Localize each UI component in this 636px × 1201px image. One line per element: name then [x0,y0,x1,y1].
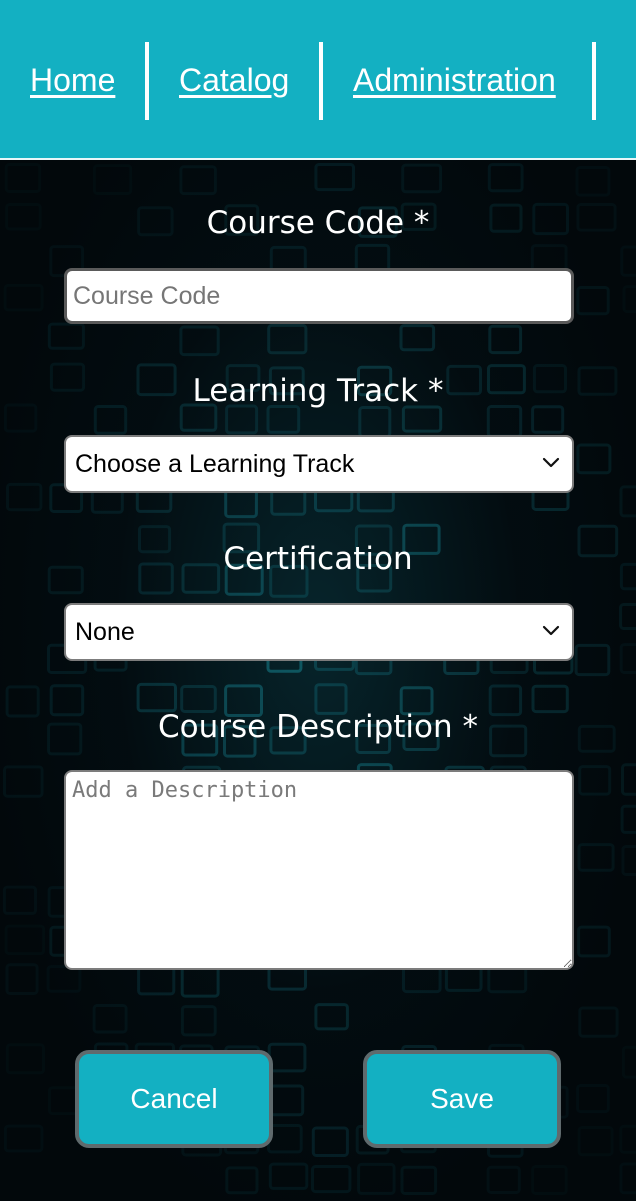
nav-separator [319,42,323,120]
pattern-tile [486,1165,521,1195]
pattern-tile [267,1124,303,1154]
pattern-tile [399,324,436,352]
course-description-textarea[interactable] [64,770,574,970]
pattern-tile [577,925,611,958]
pattern-tile [3,765,44,798]
pattern-tile [179,325,220,357]
certification-label: Certification [223,541,413,577]
pattern-tile [579,1128,612,1155]
pattern-tile [267,1042,307,1073]
pattern-tile [486,405,523,438]
pattern-tile [619,603,636,630]
pattern-tile [619,485,636,518]
pattern-tile [46,965,82,993]
pattern-tile [180,1005,217,1037]
course-description-label: Course Description * [158,709,478,745]
pattern-tile [5,963,39,996]
pattern-tile [94,166,130,194]
pattern-tile [621,763,636,796]
nav-separator [592,42,596,120]
pattern-tile [314,163,355,192]
pattern-tile [266,405,301,434]
cancel-button[interactable]: Cancel [75,1050,273,1148]
save-button[interactable]: Save [363,1050,561,1148]
pattern-tile [6,165,40,192]
pattern-tile [621,845,636,876]
pattern-tile [401,163,443,194]
learning-track-label: Learning Track * [192,373,444,409]
chevron-down-icon [542,457,560,468]
pattern-tile [137,965,176,996]
pattern-tile [47,322,85,350]
pattern-tile [487,163,524,193]
pattern-tile [6,926,44,954]
pattern-tile [225,1166,259,1195]
pattern-tile [578,1006,619,1038]
pattern-tile [619,1162,636,1195]
pattern-tile [268,1162,309,1190]
pattern-tile [314,1003,349,1031]
pattern-tile [533,1167,567,1194]
pattern-tile [5,285,42,310]
pattern-tile [225,404,259,435]
pattern-tile [531,684,569,714]
pattern-tile [311,1165,352,1194]
pattern-tile [180,964,220,998]
top-navigation-bar: Home Catalog Administration [0,0,636,160]
pattern-tile [488,324,523,355]
nav-link-administration[interactable]: Administration [353,62,556,99]
learning-track-select[interactable]: Choose a Learning Track [64,435,574,493]
learning-track-selected-value: Choose a Learning Track [75,449,355,478]
pattern-tile [576,286,610,316]
pattern-tile [578,765,612,796]
pattern-tile [136,682,178,713]
pattern-tile [6,482,43,512]
certification-select[interactable]: None [64,603,574,661]
pattern-tile [93,405,128,435]
nav-separator [145,42,149,120]
pattern-tile [623,1047,636,1077]
pattern-tile [576,1084,610,1114]
pattern-tile [620,804,636,834]
pattern-tile [531,405,565,434]
pattern-tile [3,1124,44,1153]
pattern-tile [575,166,611,197]
pattern-tile [179,165,217,196]
pattern-tile [7,1045,43,1073]
pattern-tile [92,1004,128,1034]
pattern-tile [621,1126,636,1152]
pattern-tile [576,443,612,475]
pattern-tile [574,643,611,677]
pattern-tile [620,245,636,277]
pattern-tile [577,843,615,872]
course-code-input[interactable] [64,268,574,324]
certification-selected-value: None [75,617,135,646]
pattern-tile [180,685,217,713]
pattern-tile [401,405,443,433]
course-code-label: Course Code * [206,205,430,241]
pattern-tile [619,643,636,674]
chevron-down-icon [542,625,560,636]
pattern-tile [269,1084,305,1117]
nav-link-catalog[interactable]: Catalog [179,62,289,99]
pattern-tile [311,1126,349,1157]
pattern-tile [267,323,308,355]
nav-link-home[interactable]: Home [30,62,115,99]
pattern-tile [357,1162,396,1195]
pattern-tile [358,406,392,438]
pattern-tile [2,885,38,915]
pattern-tile [624,287,636,312]
pattern-tile [400,1165,438,1196]
